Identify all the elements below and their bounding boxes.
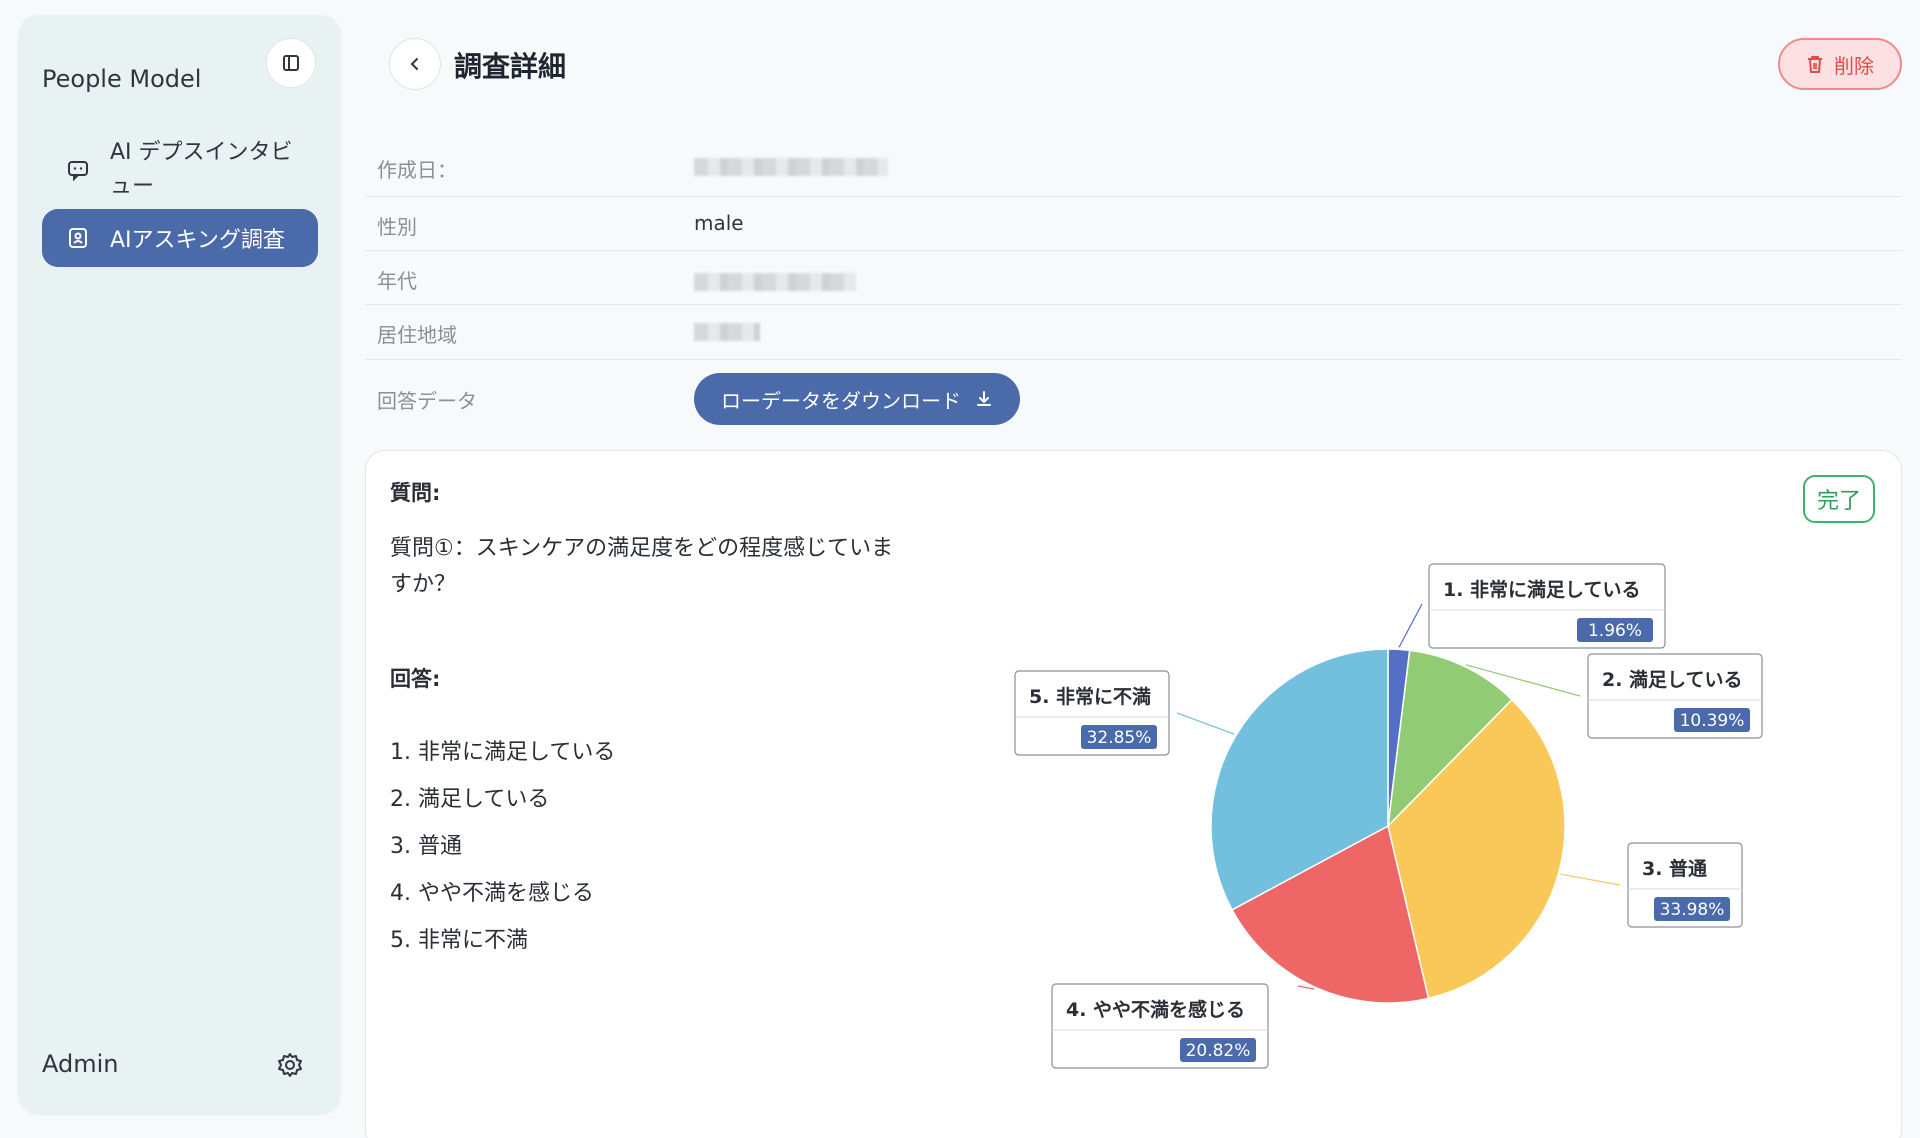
region-label: 居住地域 xyxy=(377,323,457,347)
info-row-region: 居住地域 xyxy=(365,305,1902,360)
chevron-left-icon xyxy=(410,58,418,70)
app-brand: People Model xyxy=(42,65,202,93)
answer-option: 3. 普通 xyxy=(390,834,462,859)
question-text: 質問①：スキンケアの満足度をどの程度感じていますか？ xyxy=(390,536,894,597)
download-label: ローデータをダウンロード xyxy=(721,388,961,413)
answer-option: 2. 満足している xyxy=(390,787,550,812)
answer-data-label: 回答データ xyxy=(377,389,477,413)
status-badge: 完了 xyxy=(1803,475,1875,523)
answer-option: 5. 非常に不満 xyxy=(390,928,528,953)
redacted-value xyxy=(694,273,856,291)
survey-icon xyxy=(64,227,92,249)
sidebar-collapse-button[interactable] xyxy=(266,38,316,88)
sidebar-item-label: AI デプスインタビュー xyxy=(110,140,293,199)
delete-button[interactable]: 削除 xyxy=(1778,38,1902,90)
age-label: 年代 xyxy=(377,269,417,293)
page-title: 調査詳細 xyxy=(454,50,567,83)
gender-label: 性別 xyxy=(377,215,417,239)
sidebar-item-asking-survey[interactable]: AIアスキング調査 xyxy=(42,209,318,267)
delete-label: 削除 xyxy=(1834,53,1874,78)
info-row-answer-data: 回答データ xyxy=(365,360,1902,430)
question-title: 質問: xyxy=(390,481,441,505)
question-card: 質問: 質問①：スキンケアの満足度をどの程度感じていますか？ 回答: 1. 非常… xyxy=(365,450,1902,1138)
answers-title: 回答: xyxy=(390,667,441,691)
chat-icon xyxy=(64,159,92,181)
redacted-value xyxy=(694,158,888,176)
sidebar-toggle-icon xyxy=(283,55,299,71)
trash-icon xyxy=(1808,56,1822,73)
back-button[interactable] xyxy=(389,38,441,90)
info-row-gender: 性別 male xyxy=(365,197,1902,251)
created-label: 作成日： xyxy=(377,158,457,182)
answer-option: 1. 非常に満足している xyxy=(390,740,616,765)
download-icon xyxy=(977,391,991,406)
sidebar-item-depth-interview[interactable]: AI デプスインタビュー xyxy=(42,125,318,215)
download-raw-data-button[interactable]: ローデータをダウンロード xyxy=(694,373,1020,425)
redacted-value xyxy=(694,323,760,341)
info-row-age: 年代 xyxy=(365,251,1902,305)
answer-option: 4. やや不満を感じる xyxy=(390,881,594,906)
gear-icon[interactable] xyxy=(276,1051,304,1079)
gender-value: male xyxy=(694,211,744,235)
user-name: Admin xyxy=(42,1050,119,1078)
info-row-created: 作成日： xyxy=(365,140,1902,197)
sidebar-item-label: AIアスキング調査 xyxy=(110,228,285,253)
sidebar: People Model AI デプスインタビュー AIアスキング調査 Admi… xyxy=(18,15,341,1115)
